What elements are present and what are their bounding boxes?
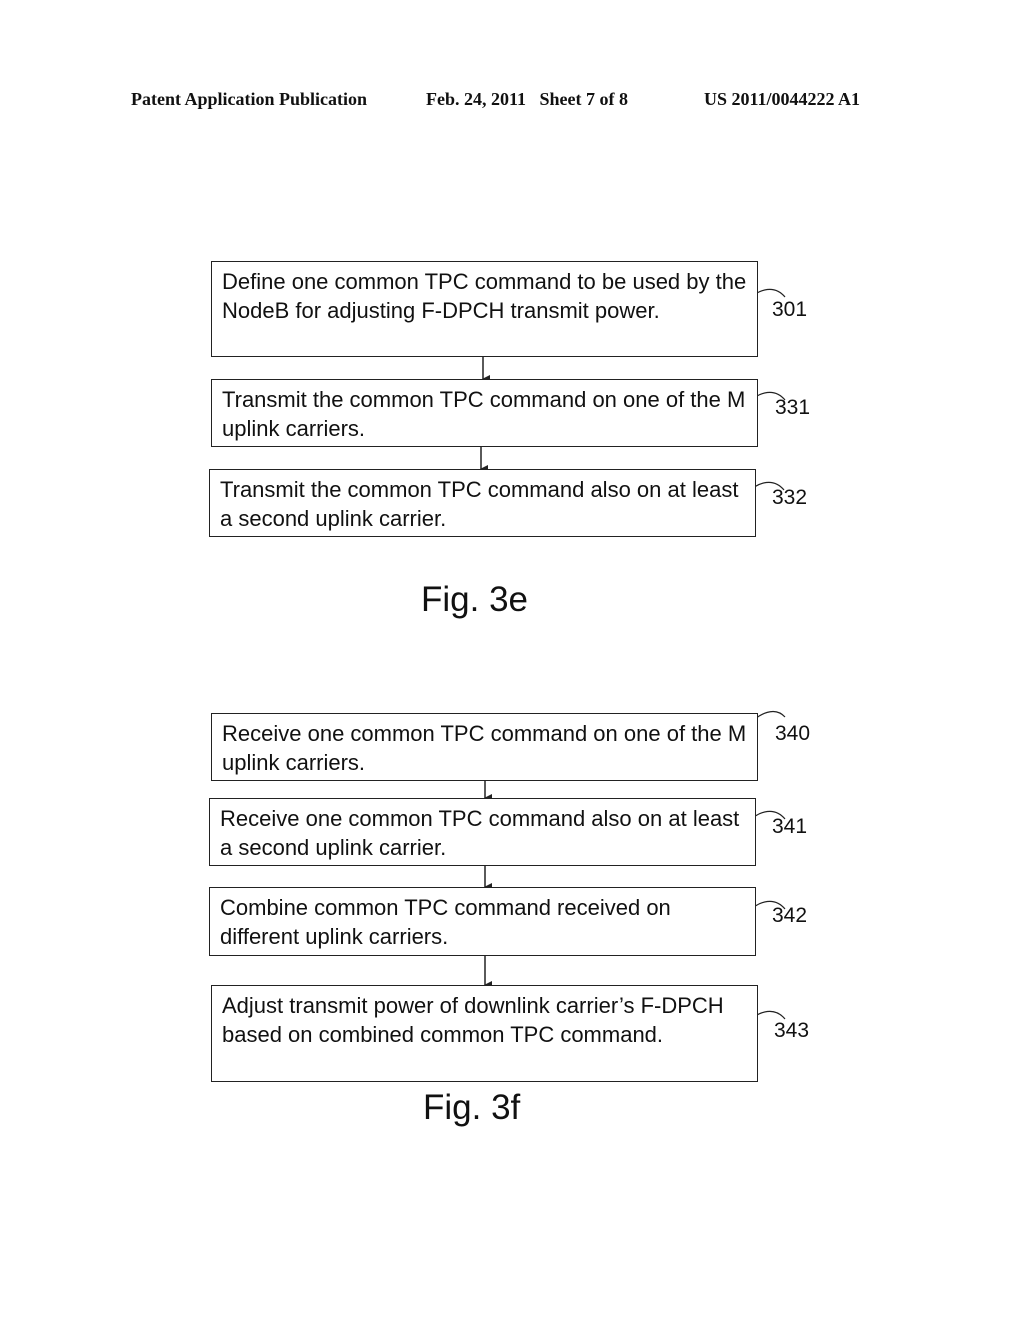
step-text: Combine common TPC command received on d… [220, 895, 671, 949]
figure-label-3f: Fig. 3f [423, 1088, 521, 1127]
ref-label-301: 301 [772, 298, 808, 321]
step-text: Transmit the common TPC command on one o… [222, 387, 746, 441]
step-box-343: Adjust transmit power of downlink carrie… [211, 985, 758, 1082]
ref-label-331: 331 [775, 396, 811, 419]
ref-label-341: 341 [772, 815, 808, 838]
step-text: Receive one common TPC command also on a… [220, 806, 740, 860]
step-text: Receive one common TPC command on one of… [222, 721, 747, 775]
step-text: Adjust transmit power of downlink carrie… [222, 993, 724, 1047]
step-box-301: Define one common TPC command to be used… [211, 261, 758, 357]
step-box-332: Transmit the common TPC command also on … [209, 469, 756, 537]
publication-title: Patent Application Publication [131, 89, 368, 109]
step-box-331: Transmit the common TPC command on one o… [211, 379, 758, 447]
step-text: Define one common TPC command to be used… [222, 269, 747, 323]
step-box-342: Combine common TPC command received on d… [209, 887, 756, 956]
ref-label-332: 332 [772, 486, 808, 509]
ref-label-343: 343 [774, 1019, 810, 1042]
ref-label-342: 342 [772, 904, 808, 927]
date-sheet: Feb. 24, 2011 Sheet 7 of 8 [426, 89, 628, 109]
ref-label-340: 340 [775, 722, 811, 745]
step-box-341: Receive one common TPC command also on a… [209, 798, 756, 866]
publication-number: US 2011/0044222 A1 [704, 89, 861, 109]
step-text: Transmit the common TPC command also on … [220, 477, 739, 531]
step-box-340: Receive one common TPC command on one of… [211, 713, 758, 781]
figure-label-3e: Fig. 3e [421, 580, 528, 619]
page-header: Patent Application Publication Feb. 24, … [0, 89, 1024, 113]
